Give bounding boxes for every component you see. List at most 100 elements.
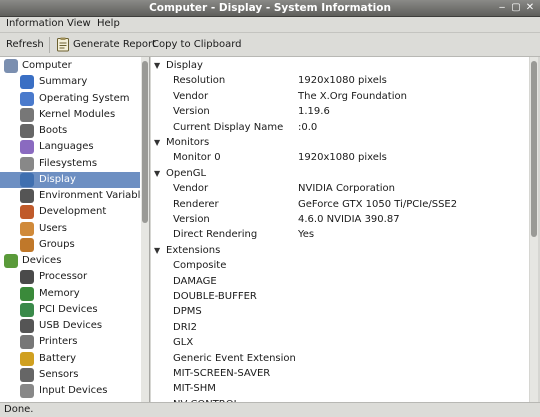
section-header-monitors[interactable]: ▼ Monitors: [151, 136, 529, 151]
section-label: Monitors: [166, 137, 210, 148]
status-text: Done.: [4, 404, 34, 415]
menu-bar: Information View Help: [0, 17, 540, 33]
sidebar-item-label: Printers: [39, 336, 78, 348]
detail-row[interactable]: Monitor 0 1920x1080 pixels: [151, 151, 529, 166]
sidebar-item-memory[interactable]: Memory: [0, 286, 140, 302]
detail-row[interactable]: DAMAGE: [151, 275, 529, 290]
detail-row[interactable]: Version 4.6.0 NVIDIA 390.87: [151, 213, 529, 228]
detail-value: NVIDIA Corporation: [298, 183, 396, 195]
sidebar-item-filesystems[interactable]: Filesystems: [0, 156, 140, 172]
refresh-button[interactable]: Refresh: [6, 39, 44, 50]
sidebar-scrollbar[interactable]: [141, 57, 149, 402]
detail-row[interactable]: Vendor NVIDIA Corporation: [151, 182, 529, 197]
detail-value: 1.19.6: [298, 106, 330, 118]
detail-key: Direct Rendering: [173, 229, 258, 241]
sidebar-item-groups[interactable]: Groups: [0, 237, 140, 253]
sidebar-item-summary[interactable]: Summary: [0, 74, 140, 90]
section-header-opengl[interactable]: ▼ OpenGL: [151, 167, 529, 182]
detail-row[interactable]: Current Display Name:0.0: [151, 121, 529, 136]
status-bar: Done.: [0, 402, 540, 417]
menu-information[interactable]: Information: [6, 18, 64, 29]
generate-report-button[interactable]: Generate Report: [73, 39, 156, 50]
sidebar-item-pci-devices[interactable]: PCI Devices: [0, 302, 140, 318]
report-icon[interactable]: [56, 37, 70, 52]
window-titlebar[interactable]: Computer - Display - System Information …: [0, 0, 540, 17]
section-header-extensions[interactable]: ▼ Extensions: [151, 244, 529, 259]
detail-row[interactable]: Resolution 1920x1080 pixels: [151, 74, 529, 89]
detail-row[interactable]: Composite: [151, 259, 529, 274]
detail-row[interactable]: GLX: [151, 336, 529, 351]
sidebar-item-languages[interactable]: Languages: [0, 139, 140, 155]
sidebar-item-label: PCI Devices: [39, 303, 98, 315]
menu-help[interactable]: Help: [97, 18, 120, 29]
detail-row[interactable]: Vendor The X.Org Foundation: [151, 90, 529, 105]
sidebar-item-environment-variables[interactable]: Environment Variables: [0, 188, 149, 204]
detail-row[interactable]: MIT-SHM: [151, 382, 529, 397]
detail-row[interactable]: Generic Event Extension: [151, 352, 529, 367]
sidebar-item-battery[interactable]: Battery: [0, 351, 140, 367]
sidebar-item-kernel-modules[interactable]: Kernel Modules: [0, 107, 140, 123]
sidebar-item-users[interactable]: Users: [0, 221, 140, 237]
sidebar-item-processor[interactable]: Processor: [0, 269, 140, 285]
expander-arrow-icon[interactable]: ▼: [154, 246, 160, 255]
sidebar-item-usb-devices[interactable]: USB Devices: [0, 318, 140, 334]
detail-row[interactable]: Direct Rendering Yes: [151, 228, 529, 243]
sidebar-item-label: Users: [39, 222, 68, 234]
detail-key: Composite: [173, 260, 227, 272]
detail-row[interactable]: DOUBLE-BUFFER: [151, 290, 529, 305]
section-header-display[interactable]: ▼ Display: [151, 59, 529, 74]
copy-to-clipboard-button[interactable]: Copy to Clipboard: [152, 39, 242, 50]
sidebar-item-display[interactable]: Display: [0, 171, 140, 188]
maximize-icon[interactable]: ▢: [510, 2, 522, 14]
sidebar-item-computer[interactable]: Computer: [0, 58, 140, 74]
sidebar-tree: Computer Summary Operating System Kernel Mo…: [0, 57, 150, 402]
section-label: Extensions: [166, 244, 221, 256]
detail-row[interactable]: MIT-SCREEN-SAVER: [151, 367, 529, 382]
printer-icon: [20, 335, 34, 350]
battery-icon: [20, 351, 34, 366]
detail-row[interactable]: DPMS: [151, 305, 529, 320]
sidebar-item-label: Battery: [39, 352, 77, 364]
expander-arrow-icon[interactable]: ▼: [154, 61, 160, 70]
sidebar-item-label: Groups: [39, 238, 75, 250]
sidebar-item-boots[interactable]: Boots: [0, 123, 140, 139]
info-icon: [20, 75, 34, 90]
detail-value: 4.6.0 NVIDIA 390.87: [298, 214, 400, 225]
sidebar-item-label: USB Devices: [39, 320, 103, 331]
content-scrollbar[interactable]: [530, 57, 538, 402]
detail-key: GLX: [173, 337, 194, 349]
sidebar-item-development[interactable]: Development: [0, 204, 140, 220]
sidebar-scrollbar-thumb[interactable]: [142, 61, 148, 223]
content-scrollbar-thumb[interactable]: [531, 61, 537, 237]
menu-view[interactable]: View: [67, 18, 91, 29]
sidebar-item-devices[interactable]: Devices: [0, 253, 140, 269]
detail-key: DOUBLE-BUFFER: [173, 291, 257, 302]
detail-row[interactable]: Version 1.19.6: [151, 105, 529, 120]
sidebar-item-operating-system[interactable]: Operating System: [0, 91, 140, 107]
filesystem-icon: [20, 156, 34, 171]
close-icon[interactable]: ✕: [524, 2, 536, 14]
sidebar-item-printers[interactable]: Printers: [0, 334, 140, 350]
sidebar-item-label: Computer: [22, 60, 72, 71]
sidebar-item-label: Input Devices: [39, 385, 108, 396]
groups-icon: [20, 237, 34, 252]
detail-value: GeForce GTX 1050 Ti/PCIe/SSE2: [298, 198, 458, 210]
detail-key: DAMAGE: [173, 275, 217, 287]
devices-icon: [4, 254, 18, 268]
sidebar-item-label: Development: [39, 206, 107, 218]
sidebar-item-sensors[interactable]: Sensors: [0, 367, 140, 383]
users-icon: [20, 221, 34, 236]
os-icon: [20, 91, 34, 106]
minimize-icon[interactable]: ‒: [496, 2, 508, 14]
module-icon: [20, 107, 34, 122]
detail-row[interactable]: Renderer GeForce GTX 1050 Ti/PCIe/SSE2: [151, 198, 529, 213]
expander-arrow-icon[interactable]: ▼: [154, 138, 160, 147]
detail-row[interactable]: DRI2: [151, 321, 529, 336]
detail-key: Resolution: [173, 75, 226, 87]
expander-arrow-icon[interactable]: ▼: [154, 169, 160, 178]
processor-icon: [20, 270, 34, 285]
detail-key: Current Display Name: [173, 121, 284, 133]
sidebar-item-label: Environment Variables: [39, 190, 150, 201]
detail-key: Monitor 0: [173, 152, 221, 164]
sidebar-item-input-devices[interactable]: Input Devices: [0, 383, 140, 399]
